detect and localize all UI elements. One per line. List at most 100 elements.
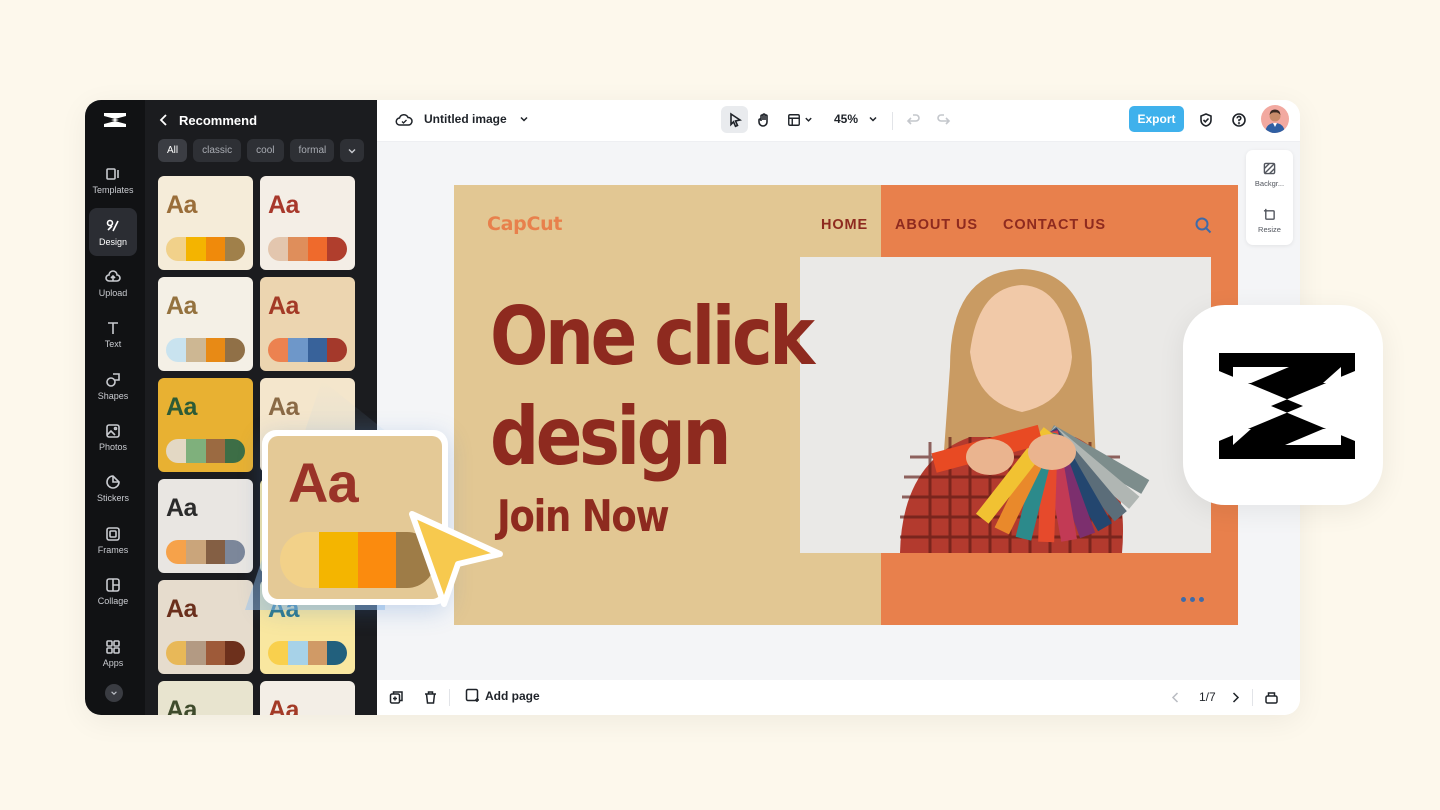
select-tool-button[interactable] (721, 106, 748, 133)
design-icon (106, 219, 119, 231)
layout-menu-button[interactable] (782, 106, 818, 133)
help-icon (1231, 112, 1246, 127)
chip-classic[interactable]: classic (193, 139, 242, 162)
palette-card-aa: Aa (166, 696, 197, 715)
rail-photos[interactable]: Photos (89, 413, 137, 461)
hand-tool-button[interactable] (750, 106, 777, 133)
palette-card[interactable]: Aa (260, 277, 355, 371)
palette-swatch (327, 237, 347, 261)
capcut-app-icon (1183, 305, 1383, 505)
resize-tool[interactable]: Resize (1246, 208, 1293, 234)
palette-card[interactable]: Aa (158, 378, 253, 472)
back-chevron-icon[interactable] (159, 114, 169, 126)
rail-design[interactable]: Design (89, 208, 137, 256)
palette-swatch (185, 439, 206, 463)
palette-zoom-aa: Aa (288, 451, 359, 514)
design-brand[interactable]: CapCut (487, 213, 562, 235)
rail-apps[interactable]: Apps (89, 629, 137, 677)
palette-card[interactable]: Aa (158, 681, 253, 715)
help-button[interactable] (1225, 106, 1252, 133)
palette-card-aa: Aa (166, 191, 197, 219)
side-tools: Backgr... Resize (1246, 150, 1293, 245)
shield-button[interactable] (1192, 106, 1219, 133)
zoom-control[interactable]: 45% (834, 112, 878, 126)
chevron-down-icon (869, 116, 877, 122)
palette-swatch (185, 540, 206, 564)
panel-title: Recommend (179, 112, 258, 128)
left-rail: Templates Design Upload Text Shapes Phot… (85, 100, 145, 715)
pages-panel-icon[interactable] (1264, 690, 1279, 705)
palette-swatch (225, 338, 245, 362)
palette-card[interactable]: Aa (158, 176, 253, 270)
design-nav-home[interactable]: HOME (821, 217, 868, 233)
design-canvas[interactable]: CapCut HOME ABOUT US CONTACT US One clic… (454, 185, 1238, 625)
background-tool[interactable]: Backgr... (1246, 162, 1293, 188)
redo-icon (936, 113, 950, 125)
add-page-button[interactable]: Add page (465, 688, 540, 703)
pointer-icon (729, 112, 742, 127)
chip-all[interactable]: All (158, 139, 188, 162)
palette-swatch (205, 237, 226, 261)
design-headline[interactable]: One click design (490, 287, 815, 487)
undo-icon (906, 113, 920, 125)
rail-expand-button[interactable] (105, 684, 123, 702)
rail-text[interactable]: Text (89, 310, 137, 358)
bottom-divider (449, 689, 450, 706)
templates-icon (106, 167, 119, 180)
palette-card[interactable]: Aa (158, 479, 253, 573)
palette-swatch (287, 338, 308, 362)
chips-more-button[interactable] (339, 139, 364, 162)
palette-swatch (287, 237, 308, 261)
delete-page-icon[interactable] (423, 690, 438, 705)
palette-swatch (318, 532, 358, 588)
palette-swatches (166, 237, 245, 261)
palette-card-aa: Aa (166, 292, 197, 320)
palette-swatch (185, 237, 206, 261)
rail-frames[interactable]: Frames (89, 516, 137, 564)
chip-cool[interactable]: cool (247, 139, 284, 162)
design-search-icon[interactable] (1195, 217, 1212, 234)
app-window: Templates Design Upload Text Shapes Phot… (85, 100, 1300, 715)
rail-collage[interactable]: Collage (89, 567, 137, 615)
shapes-icon (106, 372, 120, 387)
user-avatar[interactable] (1261, 105, 1289, 133)
palette-swatch (166, 237, 186, 261)
palette-swatch (287, 641, 308, 665)
layout-icon (788, 113, 800, 126)
filter-chips: All classic cool formal (158, 139, 364, 162)
apps-icon (106, 639, 120, 654)
rail-upload[interactable]: Upload (89, 259, 137, 307)
rail-shapes[interactable]: Shapes (89, 362, 137, 410)
palette-swatch (307, 338, 328, 362)
rail-label: Shapes (97, 390, 129, 401)
document-title[interactable]: Untitled image (424, 112, 529, 126)
toolbar-divider (892, 112, 893, 130)
chevron-down-icon (111, 691, 117, 695)
resize-icon (1263, 208, 1275, 220)
design-nav-contact[interactable]: CONTACT US (1003, 217, 1106, 233)
redo-button[interactable] (929, 106, 956, 133)
palette-card[interactable]: Aa (158, 580, 253, 674)
export-button[interactable]: Export (1129, 106, 1184, 132)
palette-card[interactable]: Aa (260, 681, 355, 715)
rail-stickers[interactable]: Stickers (89, 464, 137, 512)
photos-icon (106, 423, 120, 438)
palette-card-aa: Aa (268, 292, 299, 320)
prev-page-icon[interactable] (1168, 690, 1183, 705)
duplicate-page-icon[interactable] (389, 690, 404, 705)
cloud-sync-icon[interactable] (395, 111, 413, 129)
undo-button[interactable] (900, 106, 927, 133)
chip-formal[interactable]: formal (289, 139, 334, 162)
top-toolbar: Untitled image 45% Export (377, 100, 1300, 142)
design-photo[interactable] (800, 257, 1211, 553)
next-page-icon[interactable] (1228, 690, 1243, 705)
collage-icon (106, 577, 120, 592)
palette-card[interactable]: Aa (158, 277, 253, 371)
palette-swatch (280, 532, 319, 588)
design-nav-about[interactable]: ABOUT US (895, 217, 978, 233)
rail-templates[interactable]: Templates (89, 156, 137, 204)
headline-line-2: design (490, 390, 731, 483)
rail-label: Photos (98, 441, 128, 452)
design-cta[interactable]: Join Now (497, 491, 670, 542)
palette-card[interactable]: Aa (260, 176, 355, 270)
